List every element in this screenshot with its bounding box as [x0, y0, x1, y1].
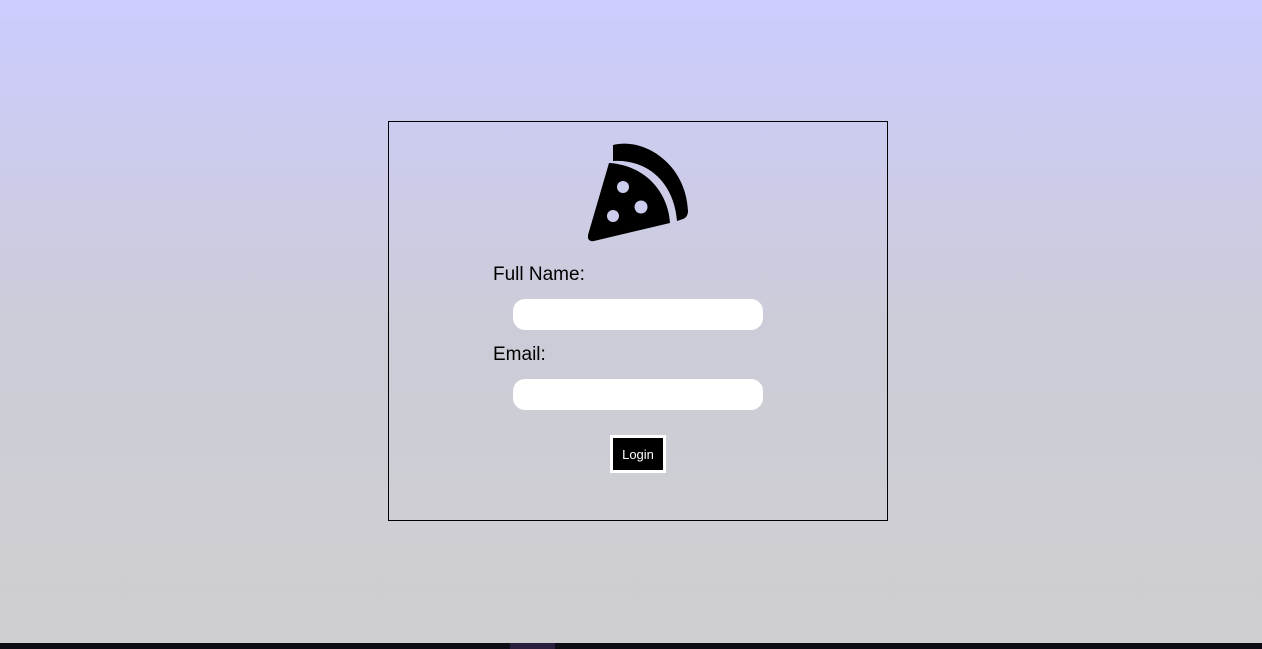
pizza-slice-icon	[588, 141, 689, 242]
email-label: Email:	[493, 344, 546, 365]
login-box: Full Name: Email: Login	[388, 121, 888, 521]
taskbar	[0, 643, 1262, 649]
taskbar-item[interactable]	[510, 643, 555, 649]
login-button[interactable]: Login	[610, 435, 666, 473]
full-name-label: Full Name:	[493, 264, 585, 285]
full-name-input[interactable]	[513, 299, 763, 330]
email-input[interactable]	[513, 379, 763, 410]
